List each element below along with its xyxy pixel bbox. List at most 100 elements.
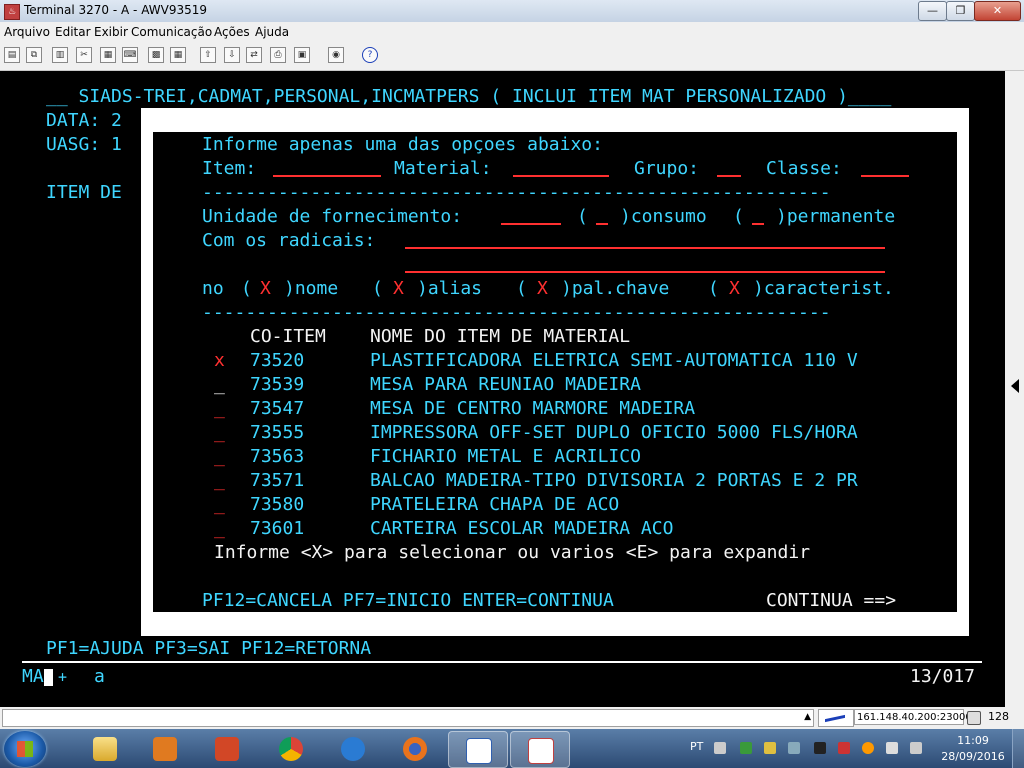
wordpad-icon xyxy=(466,738,492,764)
select-icon[interactable]: ▦ xyxy=(100,47,116,63)
row-select-field[interactable]: _ xyxy=(214,471,225,491)
command-combo[interactable]: ▲ xyxy=(2,709,814,727)
explorer-icon xyxy=(93,737,117,761)
nome-label: )nome xyxy=(284,278,339,299)
screen-header: __ SIADS-TREI,CADMAT,PERSONAL,INCMATPERS… xyxy=(46,86,892,107)
settings-icon[interactable]: ▦ xyxy=(170,47,186,63)
taskbar-java[interactable] xyxy=(510,731,570,768)
keyboard-icon[interactable]: ⌨ xyxy=(122,47,138,63)
kb-count: 128 xyxy=(988,710,1009,723)
radicais-input-1[interactable] xyxy=(405,231,885,254)
row-select-field[interactable]: x xyxy=(214,351,225,371)
row-select-field[interactable]: _ xyxy=(214,399,225,419)
alias-checkbox[interactable]: X xyxy=(393,279,404,299)
radicais-input-2[interactable] xyxy=(405,255,885,278)
alias-label: )alias xyxy=(417,278,483,299)
col-header-coitem: CO-ITEM xyxy=(250,326,326,347)
permanente-checkbox[interactable] xyxy=(752,207,764,230)
menu-ajuda[interactable]: Ajuda xyxy=(255,25,289,39)
receive-file-icon[interactable]: ⇩ xyxy=(224,47,240,63)
security-icon[interactable] xyxy=(740,742,752,754)
row-name: MESA DE CENTRO MARMORE MADEIRA xyxy=(370,398,696,419)
row-code: 73520 xyxy=(250,350,305,371)
paste-icon[interactable]: ▥ xyxy=(52,47,68,63)
oia-mode: MA xyxy=(22,667,53,687)
menu-acoes[interactable]: Ações xyxy=(214,25,250,39)
usb-icon[interactable] xyxy=(814,742,826,754)
taskbar-explorer[interactable] xyxy=(76,731,134,766)
caract-label: )caracterist. xyxy=(753,278,894,299)
network-icon[interactable] xyxy=(788,742,800,754)
clock[interactable]: 11:09 28/09/2016 xyxy=(933,733,1013,765)
taskbar-ie[interactable] xyxy=(324,731,382,766)
popup-window: Informe apenas uma das opçoes abaixo: It… xyxy=(153,132,957,612)
row-select-field[interactable]: _ xyxy=(214,447,225,467)
taskbar-powerpoint[interactable] xyxy=(198,731,256,766)
menu-bar: Arquivo Editar Exibir Comunicação Ações … xyxy=(0,22,1024,42)
row-select-field[interactable]: _ xyxy=(214,519,225,539)
caract-checkbox[interactable]: X xyxy=(729,279,740,299)
monitor-icon[interactable] xyxy=(886,742,898,754)
help-icon[interactable]: ? xyxy=(362,47,378,63)
row-name: IMPRESSORA OFF-SET DUPLO OFICIO 5000 FLS… xyxy=(370,422,858,443)
menu-editar[interactable]: Editar xyxy=(55,25,91,39)
material-input[interactable] xyxy=(513,159,609,182)
taskbar-chrome[interactable] xyxy=(262,731,320,766)
taskbar: PT 11:09 28/09/2016 xyxy=(0,729,1024,768)
macro-icon[interactable]: ▣ xyxy=(294,47,310,63)
col-header-nome: NOME DO ITEM DE MATERIAL xyxy=(370,326,631,347)
java-icon xyxy=(528,738,554,764)
taskbar-media-player[interactable] xyxy=(136,731,194,766)
shield-icon[interactable] xyxy=(764,742,776,754)
show-desktop-button[interactable] xyxy=(1012,729,1024,768)
print-screen-icon[interactable]: ▤ xyxy=(4,47,20,63)
unidade-label: Unidade de fornecimento: xyxy=(202,206,463,227)
host-address: 161.148.40.200:23000 xyxy=(854,709,972,725)
volume-icon[interactable] xyxy=(910,742,922,754)
taskbar-firefox[interactable] xyxy=(386,731,444,766)
palchave-checkbox[interactable]: X xyxy=(537,279,548,299)
row-select-field[interactable]: _ xyxy=(214,495,225,515)
collapse-arrow-icon[interactable] xyxy=(1011,379,1019,393)
record-icon[interactable]: ◉ xyxy=(328,47,344,63)
grupo-input[interactable] xyxy=(717,159,741,182)
chrome-icon xyxy=(279,737,303,761)
oia-a: a xyxy=(94,666,105,687)
keyboard-icon[interactable] xyxy=(714,742,726,754)
row-select-field[interactable]: _ xyxy=(214,423,225,443)
menu-arquivo[interactable]: Arquivo xyxy=(4,25,50,39)
classe-input[interactable] xyxy=(861,159,909,182)
nome-checkbox[interactable]: X xyxy=(260,279,271,299)
item-label: ITEM DE xyxy=(46,182,122,203)
unidade-input[interactable] xyxy=(501,207,561,230)
close-button[interactable]: ✕ xyxy=(974,1,1021,21)
menu-exibir[interactable]: Exibir xyxy=(94,25,128,39)
item-input[interactable] xyxy=(273,159,381,182)
item-field-label: Item: xyxy=(202,158,257,179)
chevron-down-icon[interactable]: ▲ xyxy=(804,712,811,722)
menu-comunicacao[interactable]: Comunicação xyxy=(131,25,212,39)
update-icon[interactable] xyxy=(862,742,874,754)
transfer-icon[interactable]: ⇄ xyxy=(246,47,262,63)
send-file-icon[interactable]: ⇧ xyxy=(200,47,216,63)
start-button[interactable] xyxy=(4,731,46,767)
status-bar: ▲ 161.148.40.200:23000 128 xyxy=(0,707,1024,729)
row-code: 73563 xyxy=(250,446,305,467)
radicais-label: Com os radicais: xyxy=(202,230,376,251)
taskbar-wordpad[interactable] xyxy=(448,731,508,768)
cut-icon[interactable]: ✂ xyxy=(76,47,92,63)
row-code: 73571 xyxy=(250,470,305,491)
connection-status-icon xyxy=(818,709,854,727)
flag-icon[interactable] xyxy=(838,742,850,754)
color-icon[interactable]: ▩ xyxy=(148,47,164,63)
maximize-button[interactable]: ❐ xyxy=(946,1,975,21)
data-label: DATA: 2 xyxy=(46,110,122,131)
copy-icon[interactable]: ⧉ xyxy=(26,47,42,63)
print-icon[interactable]: ⎙ xyxy=(270,47,286,63)
row-select-field[interactable]: _ xyxy=(214,375,225,395)
minimize-button[interactable]: — xyxy=(918,1,947,21)
language-indicator[interactable]: PT xyxy=(690,740,703,753)
popup-instruction: Informe apenas uma das opçoes abaixo: xyxy=(202,134,603,155)
row-code: 73580 xyxy=(250,494,305,515)
consumo-checkbox[interactable] xyxy=(596,207,608,230)
